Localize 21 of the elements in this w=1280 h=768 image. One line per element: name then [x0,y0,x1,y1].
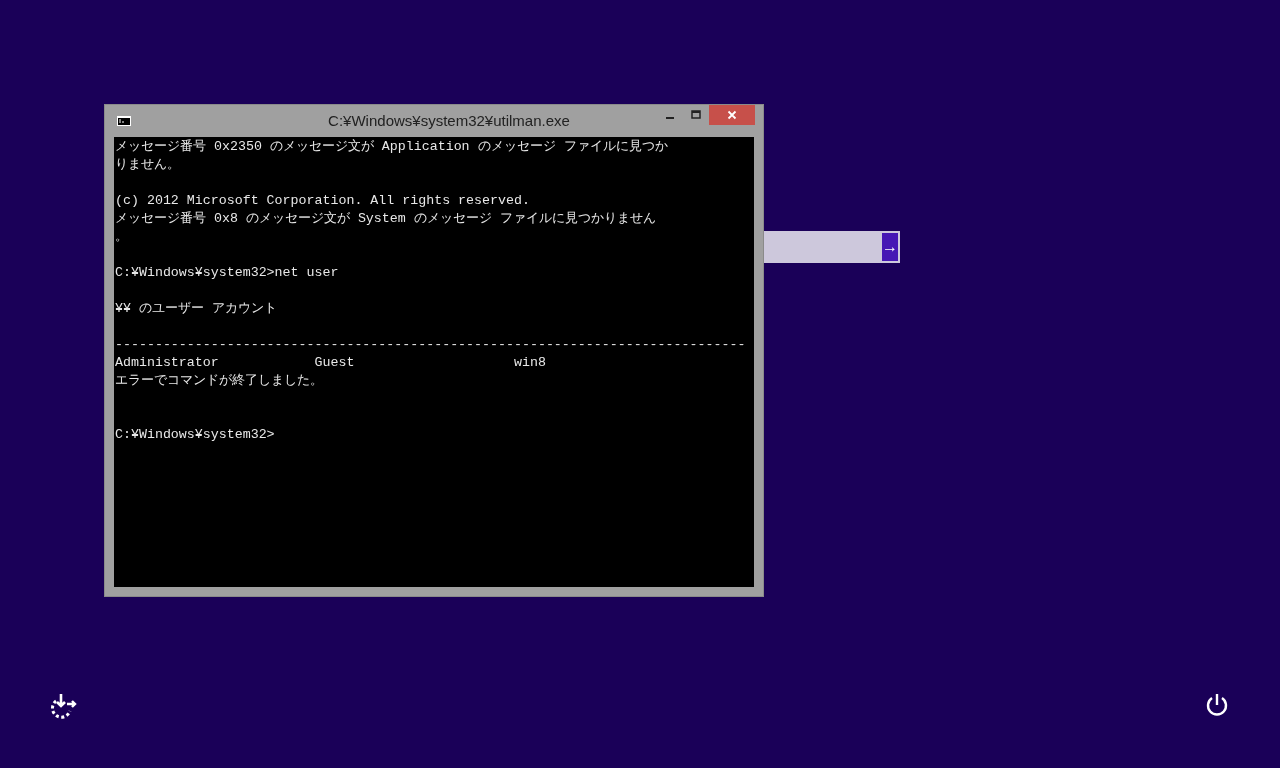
console-line: メッセージ番号 0x2350 のメッセージ文が Application のメッセージ ファイルに見つか [115,138,668,156]
close-icon [727,110,737,120]
power-icon[interactable] [1205,692,1229,718]
console-line: ------------------------------------------------------------------------------- [115,336,746,354]
console-line: C:¥Windows¥system32>net user [115,264,339,282]
password-field[interactable]: → [764,231,900,263]
submit-arrow-button[interactable]: → [882,233,898,261]
close-button[interactable] [709,105,755,125]
console-line: 。 [115,228,128,246]
console-line: メッセージ番号 0x8 のメッセージ文が System のメッセージ ファイルに見つかりません [115,210,656,228]
console-icon [117,116,131,126]
accessibility-icon[interactable] [50,692,77,719]
window-title: C:¥Windows¥system32¥utilman.exe [327,110,571,131]
maximize-icon [691,110,701,120]
console-line: りません。 [115,156,180,174]
console-line: エラーでコマンドが終了しました。 [115,372,323,390]
console-line: ¥¥ のユーザー アカウント [115,300,277,318]
console-line: C:¥Windows¥system32> [115,426,275,444]
console-line: (c) 2012 Microsoft Corporation. All rights reserved. [115,192,530,210]
console-line: Administrator Guest win8 [115,354,546,372]
minimize-icon [666,117,674,119]
